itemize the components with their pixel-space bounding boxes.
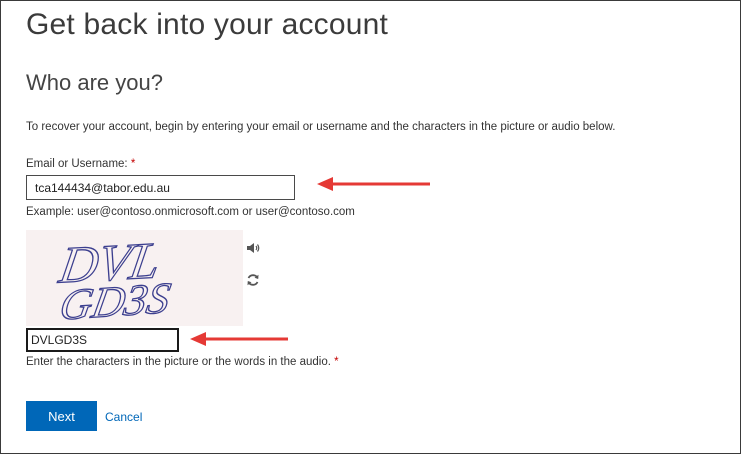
required-marker: * — [130, 158, 136, 170]
instruction-text: To recover your account, begin by enteri… — [26, 121, 616, 133]
captcha-hint-label: Enter the characters in the picture or t… — [26, 356, 335, 368]
refresh-icon[interactable] — [245, 272, 261, 288]
captcha-hint-text: Enter the characters in the picture or t… — [26, 356, 339, 368]
required-marker: * — [334, 356, 339, 368]
email-label-text: Email or Username: — [26, 158, 131, 170]
email-input[interactable] — [26, 175, 295, 200]
captcha-input[interactable] — [26, 328, 179, 352]
captcha-image: DVL GD3S — [26, 230, 243, 326]
captcha-text-line2: GD3S — [56, 273, 174, 326]
next-button[interactable]: Next — [26, 401, 97, 431]
email-field-label: Email or Username: * — [26, 158, 135, 170]
window-frame — [0, 0, 741, 454]
email-example-text: Example: user@contoso.onmicrosoft.com or… — [26, 206, 355, 218]
speaker-icon[interactable] — [245, 240, 261, 256]
cancel-link[interactable]: Cancel — [105, 410, 142, 424]
page-title: Get back into your account — [26, 8, 389, 41]
section-title: Who are you? — [26, 70, 163, 95]
